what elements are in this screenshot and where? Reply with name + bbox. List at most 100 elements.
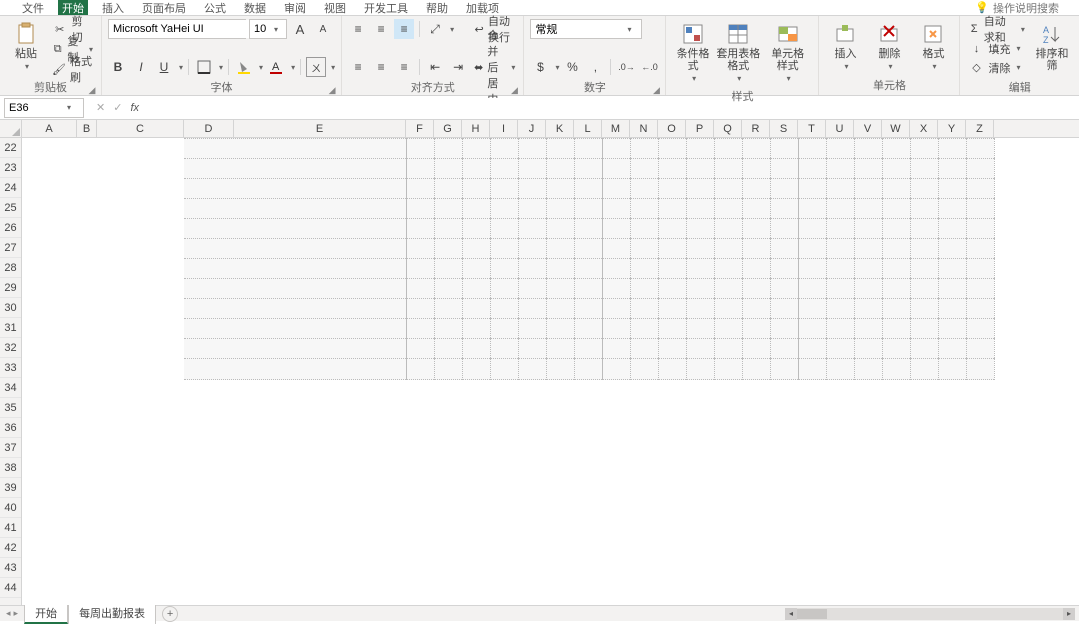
table-row[interactable] bbox=[22, 318, 1079, 340]
dropdown-icon[interactable]: ▾ bbox=[291, 63, 295, 72]
autosum-button[interactable]: Σ 自动求和 ▾ bbox=[966, 19, 1026, 39]
comma-button[interactable]: , bbox=[585, 57, 605, 77]
number-format-combo[interactable]: ▾ bbox=[530, 19, 642, 39]
row-header-29[interactable]: 29 bbox=[0, 278, 21, 298]
scroll-right-button[interactable]: ▸ bbox=[1063, 608, 1075, 620]
column-header-K[interactable]: K bbox=[546, 120, 574, 137]
row-header-35[interactable]: 35 bbox=[0, 398, 21, 418]
table-row[interactable] bbox=[22, 278, 1079, 300]
row-header-41[interactable]: 41 bbox=[0, 518, 21, 538]
font-name-input[interactable] bbox=[109, 20, 259, 38]
column-header-M[interactable]: M bbox=[602, 120, 630, 137]
column-header-C[interactable]: C bbox=[97, 120, 184, 137]
row-header-26[interactable]: 26 bbox=[0, 218, 21, 238]
cell-styles-button[interactable]: 单元格样式 ▾ bbox=[763, 19, 813, 86]
column-header-S[interactable]: S bbox=[770, 120, 798, 137]
merge-center-button[interactable]: ⬌ 合并后居中 ▾ bbox=[472, 57, 517, 77]
column-header-N[interactable]: N bbox=[630, 120, 658, 137]
font-size-combo[interactable]: ▾ bbox=[249, 19, 287, 39]
align-middle-button[interactable]: ≡ bbox=[371, 19, 391, 39]
decrease-font-button[interactable]: A bbox=[313, 19, 333, 39]
fill-color-button[interactable] bbox=[234, 57, 254, 77]
row-header-33[interactable]: 33 bbox=[0, 358, 21, 378]
table-row[interactable] bbox=[22, 238, 1079, 260]
table-row[interactable] bbox=[22, 158, 1079, 180]
add-sheet-button[interactable]: + bbox=[162, 606, 178, 622]
column-header-L[interactable]: L bbox=[574, 120, 602, 137]
row-header-44[interactable]: 44 bbox=[0, 578, 21, 598]
fx-button[interactable]: fx bbox=[130, 102, 139, 114]
fill-button[interactable]: ↓ 填充 ▾ bbox=[966, 39, 1026, 58]
increase-font-button[interactable]: A bbox=[290, 19, 310, 39]
table-row[interactable] bbox=[22, 358, 1079, 380]
table-row[interactable] bbox=[22, 178, 1079, 200]
enter-formula-button[interactable]: ✓ bbox=[113, 101, 122, 114]
column-header-H[interactable]: H bbox=[462, 120, 490, 137]
align-top-button[interactable]: ≡ bbox=[348, 19, 368, 39]
row-header-30[interactable]: 30 bbox=[0, 298, 21, 318]
align-bottom-button[interactable]: ≡ bbox=[394, 19, 414, 39]
dropdown-icon[interactable]: ▾ bbox=[331, 63, 335, 72]
dropdown-icon[interactable]: ▾ bbox=[627, 25, 631, 34]
phonetic-button[interactable]: ㄨ bbox=[306, 57, 326, 77]
dropdown-icon[interactable]: ▾ bbox=[259, 63, 263, 72]
dropdown-icon[interactable]: ▾ bbox=[555, 63, 559, 72]
name-box[interactable]: ▾ bbox=[4, 98, 84, 118]
column-header-P[interactable]: P bbox=[686, 120, 714, 137]
menu-tab-视图[interactable]: 视图 bbox=[320, 0, 350, 16]
clear-button[interactable]: ◇ 清除 ▾ bbox=[966, 58, 1026, 77]
name-box-input[interactable] bbox=[5, 102, 65, 114]
column-headers[interactable]: ABCDEFGHIJKLMNOPQRSTUVWXYZ bbox=[22, 120, 1079, 138]
row-header-25[interactable]: 25 bbox=[0, 198, 21, 218]
row-header-40[interactable]: 40 bbox=[0, 498, 21, 518]
menu-tab-数据[interactable]: 数据 bbox=[240, 0, 270, 16]
row-header-43[interactable]: 43 bbox=[0, 558, 21, 578]
scroll-thumb[interactable] bbox=[797, 609, 827, 619]
paste-button[interactable]: 粘贴 ▾ bbox=[6, 19, 46, 74]
format-cells-button[interactable]: 格式 ▾ bbox=[913, 19, 953, 74]
dialog-launcher[interactable]: ◢ bbox=[327, 85, 337, 95]
menu-tab-页面布局[interactable]: 页面布局 bbox=[138, 0, 190, 16]
align-left-button[interactable]: ≡ bbox=[348, 57, 368, 77]
sort-filter-button[interactable]: AZ 排序和筛 bbox=[1031, 19, 1073, 75]
delete-cells-button[interactable]: 删除 ▾ bbox=[869, 19, 909, 74]
format-painter-button[interactable]: 🖌 格式刷 bbox=[50, 59, 95, 79]
accounting-button[interactable]: $ bbox=[530, 57, 550, 77]
number-format-input[interactable] bbox=[531, 20, 625, 38]
row-header-28[interactable]: 28 bbox=[0, 258, 21, 278]
italic-button[interactable]: I bbox=[131, 57, 151, 77]
column-header-J[interactable]: J bbox=[518, 120, 546, 137]
cell-canvas[interactable] bbox=[22, 138, 1079, 605]
column-header-Z[interactable]: Z bbox=[966, 120, 994, 137]
menu-tab-插入[interactable]: 插入 bbox=[98, 0, 128, 16]
table-format-button[interactable]: 套用表格格式 ▾ bbox=[718, 19, 759, 86]
table-row[interactable] bbox=[22, 218, 1079, 240]
row-headers[interactable]: 2223242526272829303132333435363738394041… bbox=[0, 138, 22, 605]
column-header-Q[interactable]: Q bbox=[714, 120, 742, 137]
font-size-input[interactable] bbox=[250, 20, 272, 38]
row-header-34[interactable]: 34 bbox=[0, 378, 21, 398]
column-header-D[interactable]: D bbox=[184, 120, 234, 137]
column-header-X[interactable]: X bbox=[910, 120, 938, 137]
row-header-22[interactable]: 22 bbox=[0, 138, 21, 158]
spreadsheet-grid[interactable]: ABCDEFGHIJKLMNOPQRSTUVWXYZ 2223242526272… bbox=[0, 120, 1079, 605]
table-row[interactable] bbox=[22, 258, 1079, 280]
dropdown-icon[interactable]: ▾ bbox=[67, 103, 71, 112]
column-header-U[interactable]: U bbox=[826, 120, 854, 137]
dropdown-icon[interactable]: ▾ bbox=[450, 25, 454, 34]
percent-button[interactable]: % bbox=[562, 57, 582, 77]
menu-tab-开发工具[interactable]: 开发工具 bbox=[360, 0, 412, 16]
table-row[interactable] bbox=[22, 338, 1079, 360]
column-header-A[interactable]: A bbox=[22, 120, 77, 137]
column-header-E[interactable]: E bbox=[234, 120, 406, 137]
conditional-format-button[interactable]: 条件格式 ▾ bbox=[672, 19, 713, 86]
align-right-button[interactable]: ≡ bbox=[394, 57, 414, 77]
underline-button[interactable]: U bbox=[154, 57, 174, 77]
table-row[interactable] bbox=[22, 138, 1079, 160]
row-header-27[interactable]: 27 bbox=[0, 238, 21, 258]
column-header-O[interactable]: O bbox=[658, 120, 686, 137]
horizontal-scrollbar[interactable]: ◂ ▸ bbox=[785, 608, 1075, 620]
row-header-38[interactable]: 38 bbox=[0, 458, 21, 478]
column-header-V[interactable]: V bbox=[854, 120, 882, 137]
orientation-button[interactable]: ⤢ bbox=[425, 19, 445, 39]
